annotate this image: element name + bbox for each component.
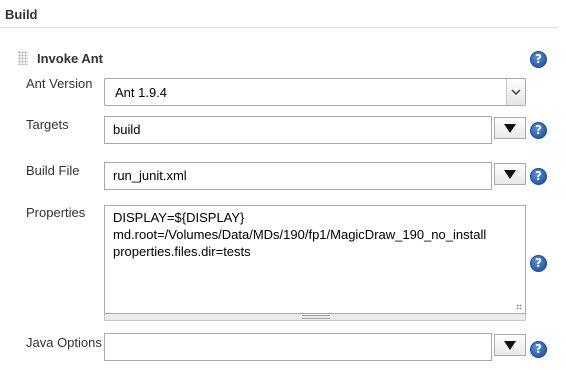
grip-icon [302,315,330,319]
expand-arrow-icon [504,340,516,350]
ant-version-value: Ant 1.9.4 [115,85,168,100]
properties-line: DISPLAY=${DISPLAY} [113,210,245,225]
help-icon[interactable]: ? [530,341,547,358]
java-options-label: Java Options [26,335,102,350]
properties-line: properties.files.dir=tests [113,244,251,259]
help-icon[interactable]: ? [530,122,547,139]
expand-arrow-icon [504,123,516,133]
help-icon[interactable]: ? [530,168,547,185]
properties-textarea[interactable]: DISPLAY=${DISPLAY} md.root=/Volumes/Data… [104,205,526,314]
java-options-expand-button[interactable] [494,334,526,356]
properties-line: md.root=/Volumes/Data/MDs/190/fp1/MagicD… [113,227,487,242]
textarea-resize-handle[interactable] [104,314,526,321]
targets-input[interactable]: build [104,116,492,144]
ant-version-select[interactable]: Ant 1.9.4 [104,78,526,106]
drag-handle-icon[interactable] [18,51,28,65]
properties-label: Properties [26,205,86,220]
help-icon[interactable]: ? [530,51,547,68]
java-options-input[interactable] [104,333,492,361]
targets-expand-button[interactable] [494,117,526,139]
build-file-input[interactable]: run_junit.xml [104,162,492,190]
section-title: Build [5,7,38,22]
build-file-label: Build File [26,163,80,178]
chevron-down-icon[interactable] [506,79,525,105]
expand-arrow-icon [504,169,516,179]
targets-label: Targets [26,117,69,132]
section-divider [0,27,558,28]
build-file-expand-button[interactable] [494,163,526,185]
resize-grip-icon[interactable] [516,304,522,310]
help-icon[interactable]: ? [530,255,547,272]
step-title: Invoke Ant [37,51,103,66]
ant-version-label: Ant Version [26,76,93,91]
